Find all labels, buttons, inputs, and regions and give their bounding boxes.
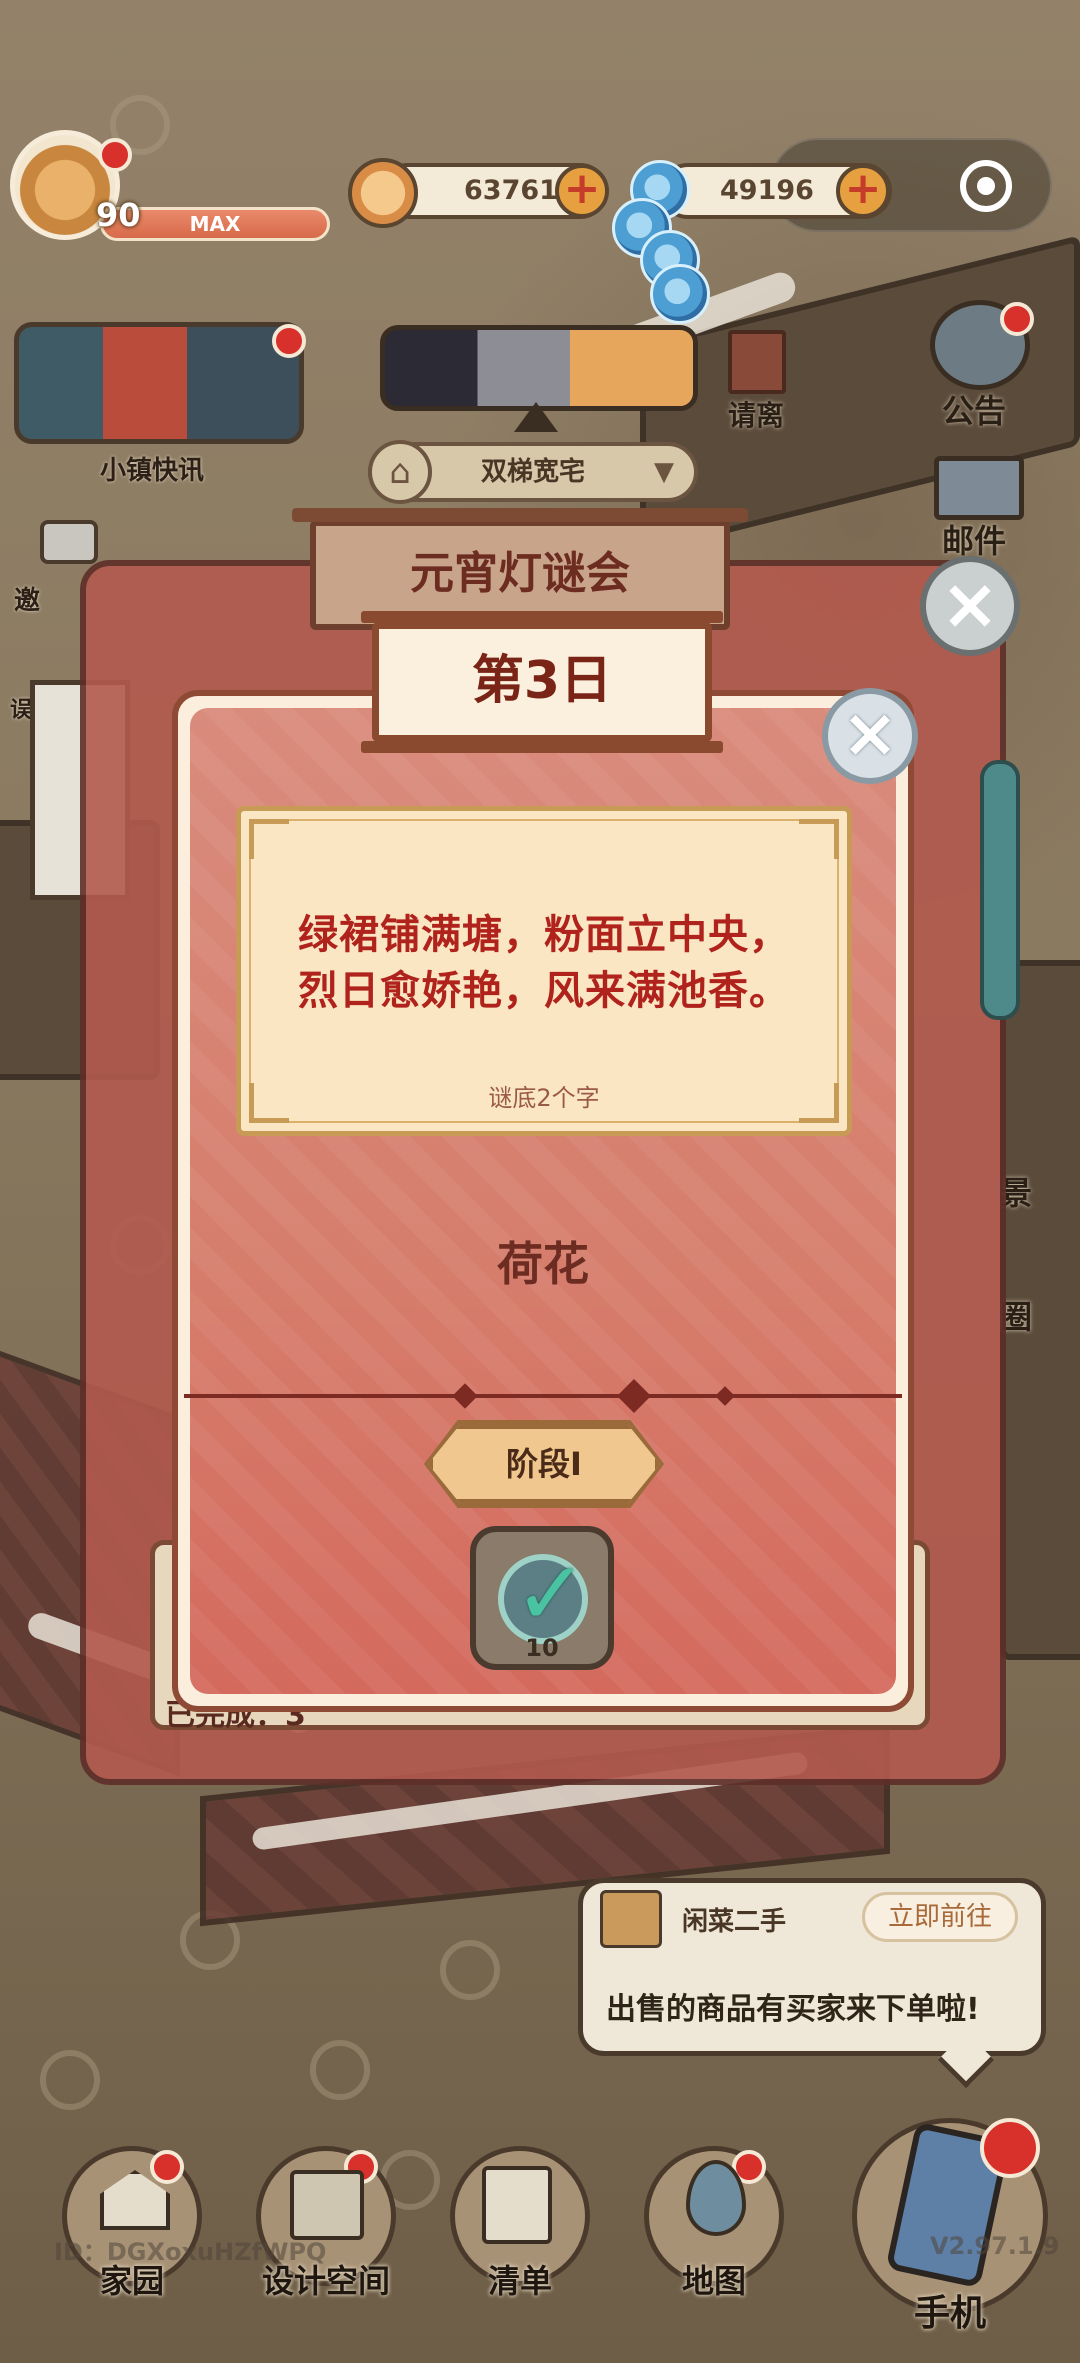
weather-time-card xyxy=(380,325,698,411)
jade-ornament-decoration xyxy=(980,760,1020,1020)
riddle-line-2: 烈日愈娇艳，风来满池香。 xyxy=(298,968,790,1014)
riddle-line-1: 绿裙铺满塘，粉面立中央， xyxy=(298,912,790,958)
pattern-sun xyxy=(310,2040,370,2100)
card-corner-ornament xyxy=(249,819,289,859)
stage-divider xyxy=(184,1394,902,1398)
riddle-hint: 谜底2个字 xyxy=(488,1084,600,1112)
day-label: 第3日 xyxy=(471,651,613,711)
notification-dot xyxy=(1000,302,1034,336)
notification-dot xyxy=(980,2118,1040,2178)
house-name: 双梯宽宅 xyxy=(480,457,585,487)
house-icon: ⌂ xyxy=(368,440,432,504)
toast-message: 出售的商品有买家来下单啦! xyxy=(606,1992,980,2027)
gem-amount: 49196 xyxy=(720,175,814,206)
add-coins-button[interactable]: + xyxy=(555,164,609,218)
town-news-card[interactable] xyxy=(14,322,304,444)
mail-icon[interactable] xyxy=(934,456,1024,520)
gem-icon xyxy=(650,264,710,324)
level-status: MAX xyxy=(189,212,241,236)
invite-label: 邀 xyxy=(14,586,41,616)
notification-dot xyxy=(98,138,132,172)
pattern-sun xyxy=(40,2050,100,2110)
go-now-button[interactable]: 立即前往 xyxy=(862,1892,1018,1942)
mail-label: 邮件 xyxy=(942,522,1007,560)
notification-dot xyxy=(272,324,306,358)
toast-title: 闲菜二手 xyxy=(682,1907,787,1937)
close-dialog-button[interactable]: × xyxy=(822,688,918,784)
day-plaque: 第3日 xyxy=(361,611,723,753)
door-exit-icon[interactable] xyxy=(728,330,786,394)
megaphone-icon[interactable] xyxy=(40,520,98,564)
leave-label: 请离 xyxy=(728,399,785,432)
stage-tag: 阶段I xyxy=(428,1424,660,1504)
card-corner-ornament xyxy=(799,819,839,859)
confirm-answer-button[interactable]: ✓ 10 xyxy=(470,1526,614,1670)
coin-icon xyxy=(348,158,418,228)
close-event-button[interactable]: × xyxy=(920,556,1020,656)
pattern-sun xyxy=(440,1940,500,2000)
nav-phone-label: 手机 xyxy=(913,2293,986,2334)
side-label: 误 xyxy=(10,698,33,723)
design-ruler-icon xyxy=(290,2170,364,2240)
chevron-down-icon: ▼ xyxy=(654,457,674,487)
notification-dot xyxy=(150,2150,184,2184)
reward-count: 10 xyxy=(525,1634,559,1662)
checklist-icon xyxy=(482,2166,552,2244)
nav-map-label: 地图 xyxy=(681,2262,746,2300)
app-version: V2.97.1.9 xyxy=(930,2232,1060,2260)
riddle-answer: 荷花 xyxy=(497,1237,589,1291)
player-id: ID：DGXoxuHZfWPQ xyxy=(54,2238,327,2266)
add-gems-button[interactable]: + xyxy=(836,164,890,218)
town-news-label: 小镇快讯 xyxy=(100,456,205,486)
checkmark-icon: ✓ xyxy=(514,1542,588,1645)
pointer-arrow-icon xyxy=(514,402,558,432)
close-miniprogram-icon[interactable] xyxy=(960,160,1012,212)
nav-list-label: 清单 xyxy=(487,2262,552,2300)
stage-label: 阶段I xyxy=(506,1445,582,1483)
event-title-text: 元宵灯谜会 xyxy=(410,548,630,599)
player-level: 90 xyxy=(96,196,141,234)
announcement-label: 公告 xyxy=(942,392,1007,430)
box-icon xyxy=(600,1890,662,1948)
